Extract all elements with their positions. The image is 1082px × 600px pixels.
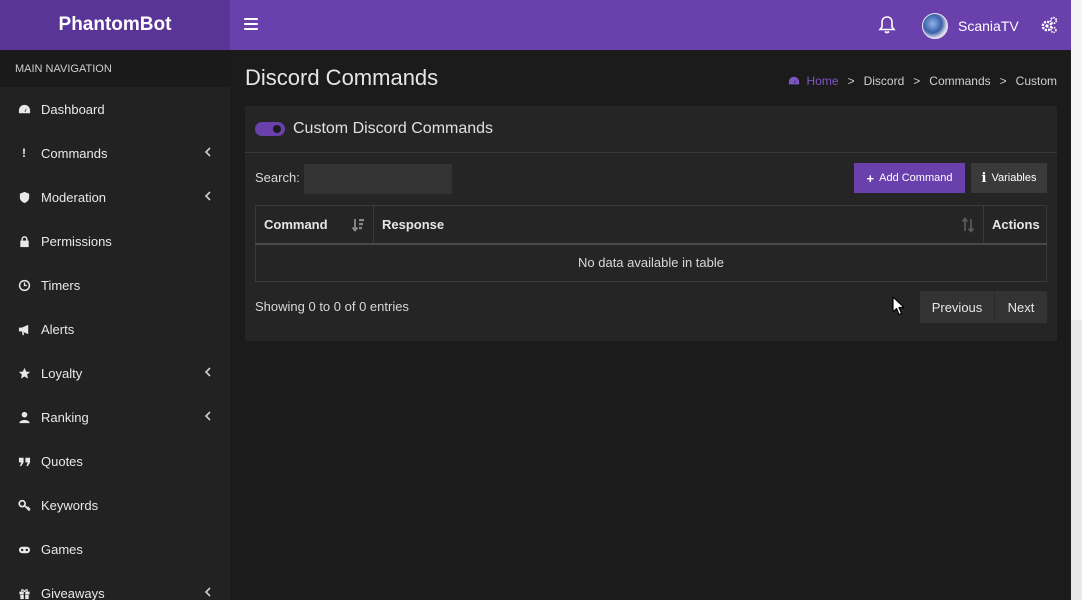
sidebar-item-alerts[interactable]: Alerts [0, 307, 230, 351]
bullhorn-icon [17, 322, 31, 336]
sidebar-item-giveaways[interactable]: Giveaways [0, 571, 230, 600]
column-header-command[interactable]: Command [255, 205, 374, 245]
dashboard-icon [17, 102, 31, 116]
sidebar-item-timers[interactable]: Timers [0, 263, 230, 307]
table-row: No data available in table [255, 243, 1047, 282]
breadcrumb-separator: > [913, 74, 921, 88]
commands-panel: Custom Discord Commands Search: + Add Co… [245, 106, 1057, 341]
sidebar-item-ranking[interactable]: Ranking [0, 395, 230, 439]
breadcrumb-discord[interactable]: Discord [864, 74, 905, 88]
lock-icon [17, 234, 31, 248]
sidebar-item-label: Alerts [41, 321, 75, 337]
empty-table-message: No data available in table [255, 243, 1047, 282]
breadcrumb-home-label: Home [806, 74, 839, 88]
star-icon [17, 366, 31, 380]
variables-button[interactable]: i Variables [971, 163, 1047, 193]
sidebar-item-commands[interactable]: ! Commands [0, 131, 230, 175]
column-label: Command [264, 216, 328, 232]
quote-icon [17, 454, 31, 468]
user-name: ScaniaTV [958, 18, 1019, 34]
sidebar-item-label: Permissions [41, 233, 112, 249]
search-input[interactable] [304, 164, 452, 194]
sidebar-item-label: Ranking [41, 409, 89, 425]
search-label: Search: [255, 170, 300, 185]
top-navbar: ScaniaTV [230, 0, 1071, 50]
sidebar-item-permissions[interactable]: Permissions [0, 219, 230, 263]
column-header-response[interactable]: Response [373, 205, 984, 245]
gift-icon [17, 586, 31, 600]
chevron-left-icon [204, 191, 211, 201]
bell-icon[interactable] [878, 15, 896, 35]
sidebar-item-label: Keywords [41, 497, 99, 513]
column-label: Actions [992, 216, 1040, 232]
nav-section-header: MAIN NAVIGATION [0, 50, 230, 87]
sidebar: MAIN NAVIGATION Dashboard ! Commands Mod… [0, 50, 230, 600]
menu-toggle-icon[interactable] [244, 17, 258, 31]
column-label: Response [382, 216, 445, 232]
breadcrumb: Home > Discord > Commands > Custom [788, 74, 1057, 88]
sidebar-item-label: Games [41, 541, 83, 557]
breadcrumb-separator: > [999, 74, 1007, 88]
cogs-icon[interactable] [1040, 16, 1058, 34]
sort-icon [961, 217, 975, 233]
breadcrumb-commands[interactable]: Commands [929, 74, 990, 88]
shield-icon [17, 190, 31, 204]
user-menu[interactable]: ScaniaTV [922, 12, 1019, 40]
next-button[interactable]: Next [995, 291, 1047, 323]
plus-icon: + [866, 170, 875, 186]
exclamation-icon: ! [22, 146, 26, 160]
sidebar-item-quotes[interactable]: Quotes [0, 439, 230, 483]
mouse-cursor-icon [892, 296, 905, 316]
sidebar-item-dashboard[interactable]: Dashboard [0, 87, 230, 131]
sidebar-item-keywords[interactable]: Keywords [0, 483, 230, 527]
sidebar-item-label: Dashboard [41, 101, 105, 117]
chevron-left-icon [204, 411, 211, 421]
commands-table: Command Response Actions No data availab… [255, 205, 1047, 282]
sidebar-item-label: Moderation [41, 189, 107, 205]
previous-button[interactable]: Previous [920, 291, 995, 323]
dashboard-icon [788, 76, 799, 85]
avatar [922, 13, 948, 39]
sidebar-item-label: Loyalty [41, 365, 83, 381]
user-icon [17, 410, 31, 424]
panel-header: Custom Discord Commands [245, 106, 1057, 153]
gamepad-icon [17, 542, 31, 556]
sidebar-item-games[interactable]: Games [0, 527, 230, 571]
table-info: Showing 0 to 0 of 0 entries [255, 299, 409, 314]
chevron-left-icon [204, 587, 211, 597]
pagination: Previous Next [920, 291, 1047, 323]
add-command-label: Add Command [879, 172, 953, 184]
sort-asc-icon [351, 219, 364, 232]
sidebar-item-label: Timers [41, 277, 81, 293]
sidebar-item-label: Commands [41, 145, 108, 161]
breadcrumb-separator: > [847, 74, 855, 88]
add-command-button[interactable]: + Add Command [854, 163, 965, 193]
clock-icon [17, 278, 31, 292]
sidebar-item-label: Giveaways [41, 585, 105, 600]
scrollbar-thumb[interactable] [1071, 0, 1082, 320]
variables-label: Variables [991, 172, 1037, 184]
chevron-left-icon [204, 147, 211, 157]
panel-title: Custom Discord Commands [293, 120, 494, 137]
chevron-left-icon [204, 367, 211, 377]
sidebar-item-moderation[interactable]: Moderation [0, 175, 230, 219]
info-icon: i [981, 170, 987, 186]
page-title: Discord Commands [245, 65, 439, 90]
module-toggle[interactable] [255, 122, 285, 136]
sidebar-item-label: Quotes [41, 453, 83, 469]
breadcrumb-custom: Custom [1015, 74, 1057, 88]
column-header-actions: Actions [983, 205, 1047, 245]
breadcrumb-home[interactable]: Home [788, 74, 839, 88]
key-icon [17, 498, 31, 512]
sidebar-item-loyalty[interactable]: Loyalty [0, 351, 230, 395]
app-logo[interactable]: PhantomBot [0, 0, 230, 50]
